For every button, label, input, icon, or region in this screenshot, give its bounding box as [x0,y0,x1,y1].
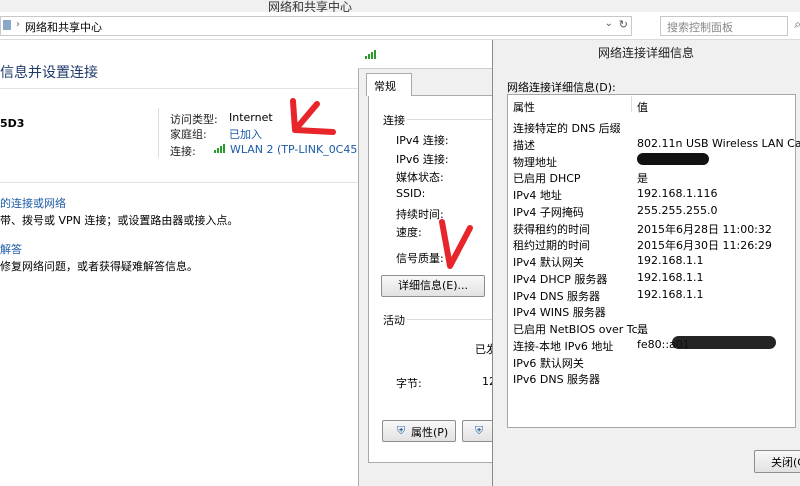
divider [407,119,500,120]
detail-row-value[interactable]: 192.168.1.1 [637,254,703,267]
ipv6-connectivity-label: IPv6 连接: [396,153,449,166]
detail-row-value[interactable]: 2015年6月30日 11:26:29 [637,237,772,253]
tab-general[interactable]: 常规 [366,73,412,96]
search-icon[interactable]: ⌕ [794,17,800,32]
detail-row-value[interactable]: 192.168.1.1 [637,288,703,301]
connection-group-label: 连接 [383,114,405,127]
wifi-signal-icon [365,50,376,59]
network-name: 5D3 [0,117,25,130]
activity-group-label: 活动 [383,314,405,327]
disable-button[interactable]: ⛨ [462,420,494,442]
search-placeholder: 搜索控制面板 [667,21,733,34]
detail-row-property[interactable]: 已启用 NetBIOS over Tc... [513,321,648,337]
close-button[interactable]: 关闭(C [754,450,800,473]
red-arrow-annotation-icon [439,219,473,269]
details-dialog-title: 网络连接详细信息 [597,46,694,60]
detail-row-property[interactable]: IPv4 地址 [513,187,562,203]
setup-connection-link[interactable]: 的连接或网络 [0,195,66,211]
chevron-down-icon[interactable]: ⌄ [605,18,613,29]
column-header-property[interactable]: 属性 [513,99,535,115]
divider [158,108,159,158]
access-type-label: 访问类型: [170,113,218,126]
detail-row-property[interactable]: 获得租约的时间 [513,221,590,237]
details-button[interactable]: 详细信息(E)... [381,275,485,297]
detail-row-property[interactable]: 已启用 DHCP [513,170,581,186]
detail-row-property[interactable]: IPv4 子网掩码 [513,204,584,220]
divider [407,319,500,320]
detail-row-value[interactable]: 802.11n USB Wireless LAN Card [637,137,800,150]
detail-row-value[interactable]: 255.255.255.0 [637,204,717,217]
detail-row-property[interactable]: IPv4 默认网关 [513,254,584,270]
address-field[interactable]: › 网络和共享中心 ⌄ ↻ [0,16,632,36]
connection-link[interactable]: WLAN 2 (TP-LINK_0C45D3) [230,143,377,156]
red-arrow-annotation-icon [290,98,336,135]
detail-row-property[interactable]: 描述 [513,137,535,153]
search-input[interactable]: 搜索控制面板 ⌕ [660,16,800,36]
details-list-label: 网络连接详细信息(D): [507,81,616,94]
detail-row-property[interactable]: 连接-本地 IPv6 地址 [513,338,613,354]
breadcrumb-current[interactable]: 网络和共享中心 [25,19,102,35]
homegroup-link[interactable]: 已加入 [229,126,262,142]
detail-row-value[interactable]: 192.168.1.1 [637,271,703,284]
ssid-label: SSID: [396,187,426,200]
detail-row-property[interactable]: IPv4 DHCP 服务器 [513,271,607,287]
redaction-mark [672,336,776,349]
properties-button-label: 属性(P) [411,426,449,439]
detail-row-value[interactable]: 是 [637,321,648,337]
shield-icon: ⛨ [475,424,484,437]
wifi-signal-icon [214,144,225,153]
setup-connection-desc: 带、拨号或 VPN 连接；或设置路由器或接入点。 [0,214,239,227]
refresh-icon[interactable]: ↻ [619,18,628,31]
troubleshoot-link[interactable]: 解答 [0,241,22,257]
detail-row-value[interactable]: 是 [637,170,648,186]
redaction-mark [637,153,709,165]
ipv4-connectivity-label: IPv4 连接: [396,134,449,147]
properties-button[interactable]: ⛨ 属性(P) [382,420,456,442]
shield-icon: ⛨ [397,424,406,437]
detail-row-value[interactable]: 2015年6月28日 11:00:32 [637,221,772,237]
detail-row-property[interactable]: IPv6 DNS 服务器 [513,371,600,387]
bytes-label: 字节: [396,377,422,390]
homegroup-label: 家庭组: [170,128,207,141]
detail-row-property[interactable]: IPv4 WINS 服务器 [513,304,606,320]
detail-row-value[interactable]: 192.168.1.116 [637,187,717,200]
page-heading: 信息并设置连接 [0,65,98,81]
detail-row-property[interactable]: 租约过期的时间 [513,237,590,253]
detail-row-property[interactable]: IPv6 默认网关 [513,355,584,371]
detail-row-property[interactable]: 连接特定的 DNS 后缀 [513,120,621,136]
troubleshoot-desc: 修复网络问题，或者获得疑难解答信息。 [0,260,198,273]
divider [0,88,358,89]
column-header-value[interactable]: 值 [637,99,648,115]
column-divider[interactable] [631,96,632,112]
tab-general-label: 常规 [374,80,396,93]
media-state-label: 媒体状态: [396,171,444,184]
access-type-value: Internet [229,111,273,124]
breadcrumb-chevron-icon[interactable]: › [16,19,20,30]
status-dialog-titlebar [358,40,500,69]
control-panel-icon [3,20,11,30]
connection-label: 连接: [170,145,196,158]
detail-row-property[interactable]: IPv4 DNS 服务器 [513,288,600,304]
address-bar-area: › 网络和共享中心 ⌄ ↻ 搜索控制面板 ⌕ [0,12,800,40]
divider [0,182,358,183]
speed-label: 速度: [396,226,422,239]
detail-row-property[interactable]: 物理地址 [513,154,557,170]
